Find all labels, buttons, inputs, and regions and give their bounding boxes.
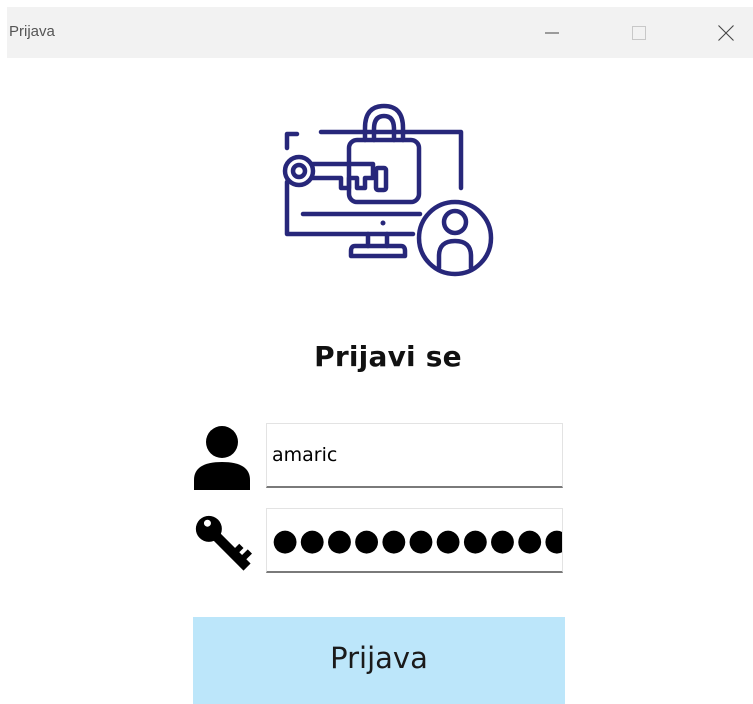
minimize-button[interactable] (529, 7, 575, 58)
close-button[interactable] (703, 7, 749, 58)
close-icon (718, 24, 734, 41)
page-title: Prijavi se (314, 340, 462, 373)
window-title: Prijava (9, 23, 55, 40)
minimize-icon (545, 32, 559, 33)
login-window: Prijava Prijavi se amaric ●●●●●●●●●●● Pr… (0, 0, 753, 704)
username-input[interactable] (266, 423, 563, 488)
login-button[interactable]: Prijava (193, 617, 565, 704)
title-bar[interactable]: Prijava (7, 7, 753, 58)
key-icon (188, 509, 258, 577)
user-icon (192, 424, 252, 490)
maximize-icon (632, 25, 646, 40)
maximize-button (616, 7, 662, 58)
password-input[interactable] (266, 508, 563, 573)
computer-lock-key-user-icon (282, 103, 494, 277)
